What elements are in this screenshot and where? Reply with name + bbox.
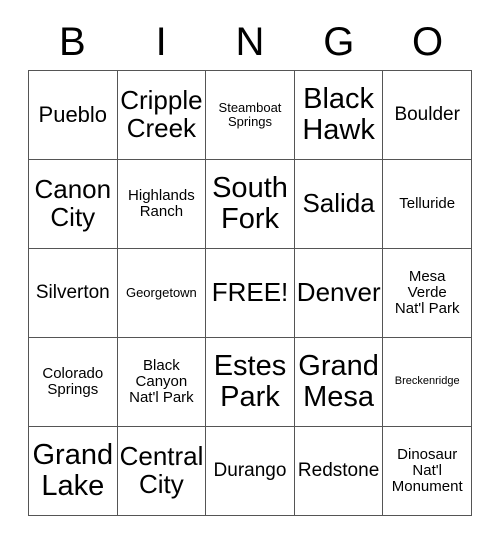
header-letter-b: B [59, 20, 86, 64]
bingo-cell[interactable]: Salida [294, 160, 384, 249]
bingo-cell[interactable]: Cripple Creek [117, 71, 207, 160]
bingo-cell[interactable]: Estes Park [206, 338, 295, 427]
bingo-cell-label: Georgetown [125, 285, 197, 301]
bingo-cell-label: Cripple Creek [120, 85, 203, 143]
bingo-cell-label: Boulder [394, 103, 460, 125]
bingo-cell[interactable]: Canon City [29, 160, 118, 249]
bingo-cell-label: Highlands Ranch [128, 187, 195, 220]
bingo-cell[interactable]: Telluride [383, 160, 472, 249]
bingo-cell-label: Colorado Springs [42, 365, 104, 398]
bingo-cell[interactable]: Black Hawk [294, 71, 384, 160]
bingo-cell-label: Pueblo [38, 102, 108, 128]
bingo-cell-free[interactable]: FREE! [206, 249, 295, 338]
header-letter-i: I [155, 20, 167, 64]
bingo-cell-label: Telluride [399, 195, 456, 213]
bingo-cell[interactable]: Highlands Ranch [117, 160, 207, 249]
bingo-grid: Pueblo Cripple Creek Steamboat Springs Blac… [28, 70, 472, 516]
bingo-cell-label: Redstone [297, 459, 380, 481]
bingo-cell[interactable]: South Fork [206, 160, 295, 249]
bingo-cell-label: Grand Lake [32, 439, 114, 502]
bingo-cell-label: Central City [119, 441, 204, 499]
bingo-cell-label: FREE! [211, 277, 289, 308]
bingo-cell[interactable]: Georgetown [117, 249, 207, 338]
bingo-cell-label: Breckenridge [394, 375, 460, 388]
bingo-cell[interactable]: Breckenridge [383, 338, 472, 427]
bingo-cell-label: Durango [213, 459, 287, 481]
header-letter-o: O [412, 20, 444, 64]
bingo-cell[interactable]: Dinosaur Nat'l Monument [383, 427, 472, 516]
bingo-cell[interactable]: Pueblo [29, 71, 118, 160]
bingo-cell[interactable]: Boulder [383, 71, 472, 160]
bingo-cell[interactable]: Grand Mesa [294, 338, 384, 427]
bingo-cell-label: Black Hawk [302, 83, 375, 146]
bingo-cell[interactable]: Durango [206, 427, 295, 516]
bingo-cell-label: Steamboat Springs [218, 100, 282, 129]
bingo-cell[interactable]: Central City [117, 427, 207, 516]
bingo-cell[interactable]: Redstone [294, 427, 384, 516]
bingo-cell-label: Mesa Verde Nat'l Park [394, 268, 460, 317]
bingo-cell-label: Denver [296, 277, 381, 308]
bingo-header: B I N G O [28, 14, 472, 70]
bingo-cell-label: Black Canyon Nat'l Park [129, 357, 194, 406]
bingo-cell-label: South Fork [212, 172, 288, 235]
bingo-cell[interactable]: Silverton [29, 249, 118, 338]
bingo-cell-label: Estes Park [213, 350, 287, 413]
bingo-cell-label: Canon City [34, 174, 112, 232]
bingo-cell[interactable]: Black Canyon Nat'l Park [117, 338, 207, 427]
bingo-cell[interactable]: Colorado Springs [29, 338, 118, 427]
bingo-cell[interactable]: Steamboat Springs [206, 71, 295, 160]
bingo-cell-label: Dinosaur Nat'l Monument [391, 446, 463, 495]
bingo-cell[interactable]: Denver [294, 249, 384, 338]
bingo-cell-label: Salida [302, 188, 375, 219]
bingo-cell[interactable]: Mesa Verde Nat'l Park [383, 249, 472, 338]
header-letter-g: G [323, 20, 355, 64]
header-letter-n: N [235, 20, 265, 64]
bingo-cell-label: Grand Mesa [298, 350, 379, 413]
bingo-cell[interactable]: Grand Lake [29, 427, 118, 516]
bingo-card: B I N G O Pueblo Cripple Creek Steamboat S… [0, 0, 500, 544]
bingo-cell-label: Silverton [35, 281, 110, 303]
